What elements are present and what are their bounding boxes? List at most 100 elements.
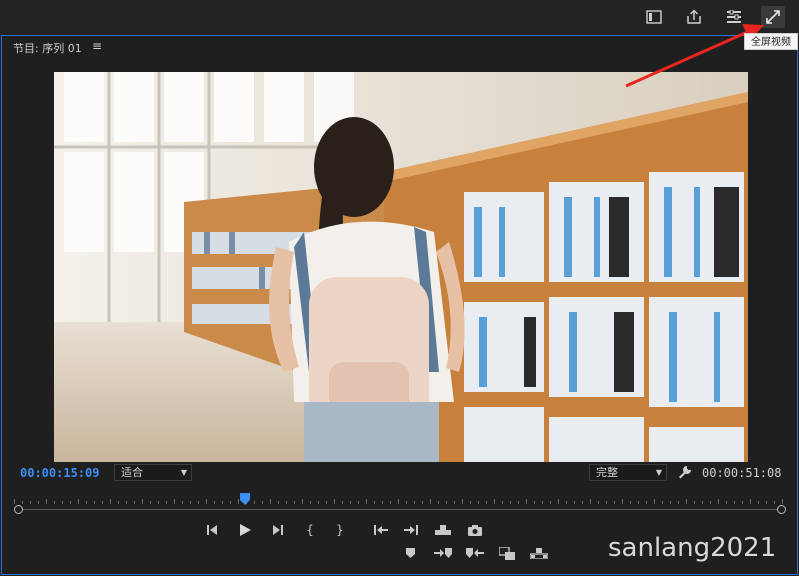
mark-in-button[interactable]: { (300, 521, 320, 539)
ruler-tick (526, 499, 527, 504)
safe-margins-icon[interactable] (642, 6, 666, 28)
wrench-icon[interactable] (678, 464, 692, 483)
ruler-tick (334, 499, 335, 504)
ruler-tick (510, 501, 511, 504)
current-timecode[interactable]: 00:00:15:09 (20, 466, 99, 480)
ruler-tick (222, 501, 223, 504)
ruler-tick (470, 501, 471, 504)
ruler-tick (238, 499, 239, 504)
ruler-tick (590, 499, 591, 504)
video-frame[interactable] (54, 72, 748, 462)
ruler-tick (326, 501, 327, 504)
ruler-tick (70, 501, 71, 504)
ruler-tick (734, 501, 735, 504)
overwrite-icon[interactable] (465, 544, 485, 562)
ruler-tick (638, 501, 639, 504)
ruler-tick (502, 501, 503, 504)
ruler-tick (158, 501, 159, 504)
ruler-tick (422, 501, 423, 504)
step-forward-icon[interactable] (267, 521, 287, 539)
ruler-tick (782, 499, 783, 504)
ruler-tick (630, 501, 631, 504)
ruler-tick (598, 501, 599, 504)
ruler-tick (374, 501, 375, 504)
zoom-level-select[interactable]: 适合 ▼ (114, 464, 192, 481)
ruler-tick (118, 501, 119, 504)
ruler-tick (318, 501, 319, 504)
ruler-tick (190, 501, 191, 504)
ruler-tick (54, 501, 55, 504)
ruler-tick (94, 501, 95, 504)
export-icon[interactable] (682, 6, 706, 28)
ruler-tick (382, 501, 383, 504)
ruler-tick (302, 499, 303, 504)
ruler-tick (86, 501, 87, 504)
ruler-tick (206, 499, 207, 504)
ruler-tick (62, 501, 63, 504)
ruler-tick (358, 501, 359, 504)
extract-icon[interactable] (529, 544, 549, 562)
ruler-tick (534, 501, 535, 504)
zoom-scrollbar[interactable] (14, 505, 786, 514)
fullscreen-icon[interactable] (761, 6, 785, 28)
ruler-tick (742, 501, 743, 504)
panel-title[interactable]: 节目: 序列 01 (13, 40, 82, 56)
ruler-tick (622, 499, 623, 504)
export-frame-icon[interactable] (497, 544, 517, 562)
chevron-down-icon: ▼ (180, 468, 187, 477)
settings-sliders-icon[interactable] (722, 6, 746, 28)
ruler-tick (758, 501, 759, 504)
step-back-icon[interactable] (203, 521, 223, 539)
ruler-tick (550, 501, 551, 504)
play-icon[interactable] (235, 521, 255, 539)
ruler-tick (174, 499, 175, 504)
ruler-tick (662, 501, 663, 504)
panel-menu-icon[interactable]: ≡ (92, 39, 102, 53)
insert-icon[interactable] (433, 544, 453, 562)
ruler-tick (342, 501, 343, 504)
ruler-tick (30, 501, 31, 504)
ruler-tick (214, 501, 215, 504)
scrollbar-right-handle[interactable] (777, 505, 786, 514)
ruler-tick (462, 499, 463, 504)
program-monitor-panel: 节目: 序列 01 ≡ 00:00:15:09 适合 ▼ 完整 ▼ 00:00:… (1, 35, 798, 575)
panel-header: 节目: 序列 01 ≡ (2, 36, 797, 58)
ruler-tick (294, 501, 295, 504)
ruler-tick (518, 501, 519, 504)
add-marker-icon[interactable] (400, 544, 420, 562)
top-toolbar (0, 0, 799, 34)
ruler-tick (14, 499, 15, 504)
ruler-tick (22, 501, 23, 504)
ruler-tick (582, 501, 583, 504)
ruler-tick (262, 501, 263, 504)
ruler-tick (694, 501, 695, 504)
ruler-tick (718, 499, 719, 504)
ruler-tick (446, 501, 447, 504)
go-to-in-icon[interactable] (371, 521, 391, 539)
ruler-tick (182, 501, 183, 504)
ruler-tick (486, 501, 487, 504)
ruler-tick (710, 501, 711, 504)
ruler-tick (646, 501, 647, 504)
ruler-tick (678, 501, 679, 504)
time-ruler[interactable] (14, 492, 784, 504)
ruler-tick (438, 501, 439, 504)
ruler-tick (566, 501, 567, 504)
go-to-out-icon[interactable] (401, 521, 421, 539)
ruler-tick (406, 501, 407, 504)
ruler-tick (574, 501, 575, 504)
ruler-tick (478, 501, 479, 504)
playhead-handle[interactable] (240, 490, 250, 505)
playback-resolution-select[interactable]: 完整 ▼ (589, 464, 667, 481)
ruler-tick (614, 501, 615, 504)
mark-out-button[interactable]: } (330, 521, 350, 539)
scrollbar-left-handle[interactable] (14, 505, 23, 514)
ruler-tick (198, 501, 199, 504)
ruler-tick (726, 501, 727, 504)
lift-icon[interactable] (433, 521, 453, 539)
chevron-down-icon: ▼ (655, 468, 662, 477)
ruler-tick (398, 499, 399, 504)
ruler-tick (38, 501, 39, 504)
scrollbar-track (22, 509, 780, 510)
camera-icon[interactable] (465, 521, 485, 539)
